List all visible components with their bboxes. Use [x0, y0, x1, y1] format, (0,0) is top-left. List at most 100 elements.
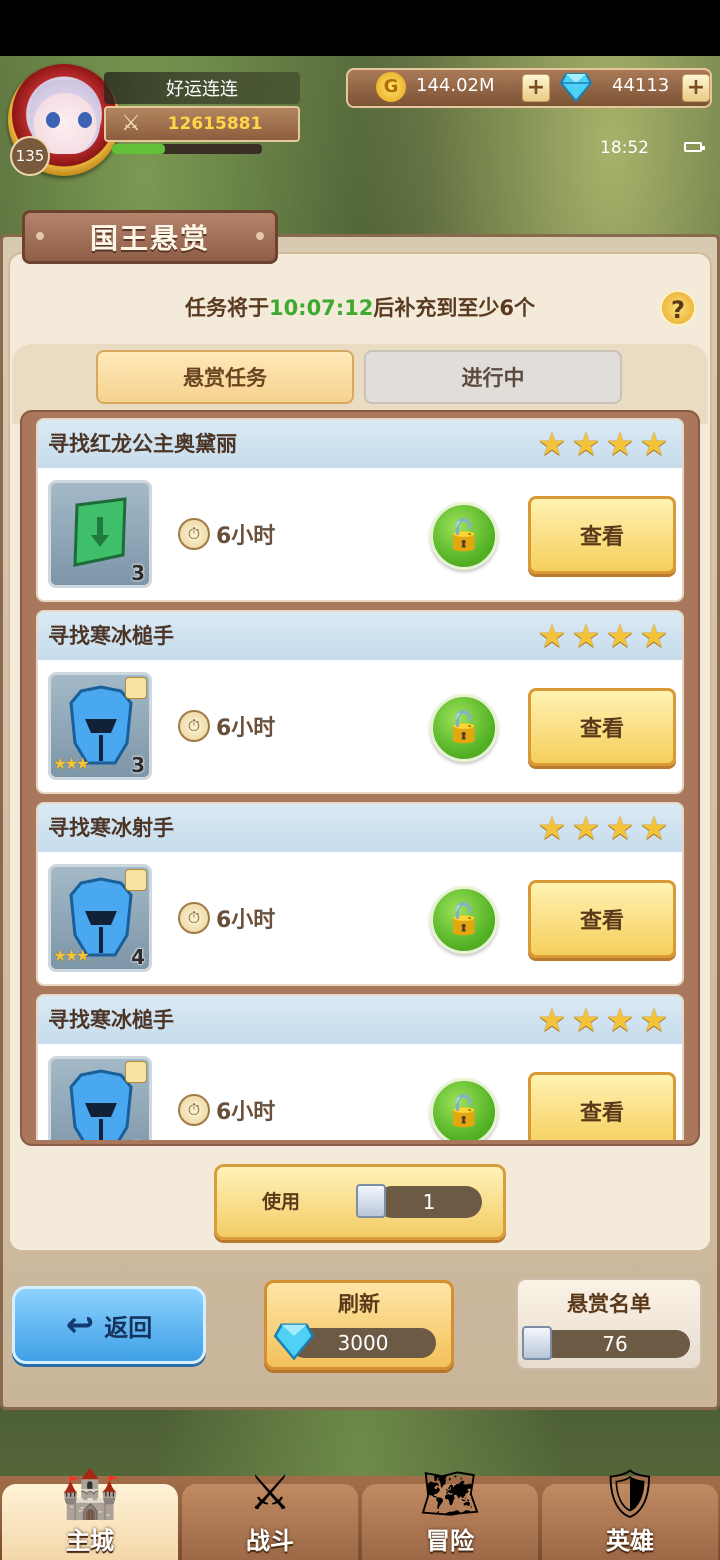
clock-icon: ⏱	[178, 902, 210, 934]
star-icon: ★	[571, 1001, 601, 1039]
tab-bounty-tasks[interactable]: 悬赏任务	[96, 350, 354, 404]
item-stars: ★★★	[53, 754, 90, 773]
quest-item[interactable]: ★★★ 3	[48, 672, 152, 780]
timer-prefix: 任务将于	[184, 296, 269, 320]
bounty-scroll-icon	[356, 1184, 386, 1218]
star-icon: ★	[605, 617, 635, 655]
add-gold-button[interactable]: +	[522, 74, 550, 102]
status-bar	[0, 0, 720, 56]
quest-card[interactable]: 寻找红龙公主奥黛丽 ★ ★ ★ ★ 3 ⏱ 6小时 🔓 查看	[36, 418, 684, 602]
bounty-scroll-icon	[522, 1326, 552, 1360]
item-stars: ★★★	[53, 946, 90, 965]
unlock-icon[interactable]: 🔓	[430, 886, 498, 954]
timer-value: 10:07:12	[268, 296, 374, 320]
quest-stars: ★ ★ ★ ★	[536, 812, 670, 846]
tab-in-progress[interactable]: 进行中	[364, 350, 622, 404]
gem-amount: 44113	[612, 75, 670, 96]
exp-bar-fill	[112, 144, 165, 154]
timer-suffix: 后补充到至少6个	[373, 296, 536, 320]
view-button[interactable]: 查看	[528, 1072, 676, 1140]
quest-card[interactable]: 寻找寒冰槌手★★★★★★★3⏱6小时🔓查看	[36, 610, 684, 794]
crossed-swords-icon: ⚔	[248, 1465, 292, 1521]
star-icon: ★	[571, 617, 601, 655]
duration-text: 6小时	[216, 716, 276, 741]
gold-amount: 144.02M	[416, 75, 495, 96]
crossed-swords-icon: ⚔	[121, 111, 141, 136]
quest-title: 寻找寒冰射手	[48, 816, 174, 840]
refill-timer: 任务将于10:07:12后补充到至少6个	[60, 290, 660, 326]
view-button[interactable]: 查看	[528, 496, 676, 574]
view-button[interactable]: 查看	[528, 880, 676, 958]
star-icon: ★	[639, 1001, 669, 1039]
back-arrow-icon: ↩	[65, 1305, 95, 1345]
quest-item[interactable]: ★★★ 3	[48, 1056, 152, 1140]
star-icon: ★	[571, 425, 601, 463]
quest-stars: ★ ★ ★ ★	[536, 620, 670, 654]
player-name: 好运连连	[104, 72, 300, 104]
quest-title: 寻找寒冰槌手	[48, 624, 174, 648]
hero-crest-icon: 🛡	[599, 1465, 661, 1522]
back-button[interactable]: ↩ 返回	[12, 1286, 206, 1364]
panel-title: 国王悬赏	[22, 210, 278, 264]
quest-card[interactable]: 寻找寒冰射手 ★ ★ ★ ★ ★★★ 4 ⏱ 6小时 🔓 查看	[36, 802, 684, 986]
use-label: 使用	[262, 1191, 301, 1213]
quest-item[interactable]: 3	[48, 480, 152, 588]
unlock-icon[interactable]: 🔓	[430, 502, 498, 570]
castle-icon: 🏰	[60, 1465, 120, 1522]
avatar-eye-left	[46, 112, 60, 128]
power-value: 12615881	[167, 114, 263, 134]
add-gems-button[interactable]: +	[682, 74, 710, 102]
item-count: 3	[131, 561, 145, 585]
star-icon: ★	[537, 1001, 567, 1039]
level-badge: 135	[10, 136, 50, 176]
diamond-icon	[560, 73, 592, 102]
quest-duration: ⏱ 6小时	[178, 514, 275, 554]
item-count: 4	[131, 945, 145, 969]
quest-item[interactable]: ★★★ 4	[48, 864, 152, 972]
avatar-eye-right	[78, 112, 92, 128]
quest-duration: ⏱ 6小时	[178, 898, 275, 938]
quest-title: 寻找寒冰槌手	[48, 1008, 174, 1032]
quest-title: 寻找红龙公主奥黛丽	[48, 432, 237, 456]
battery-icon	[684, 142, 705, 152]
star-icon: ★	[571, 809, 601, 847]
puzzle-piece-icon	[125, 1061, 147, 1083]
green-scroll-icon	[73, 497, 127, 567]
puzzle-piece-icon	[125, 869, 147, 891]
clock-icon: ⏱	[178, 1094, 210, 1126]
quest-card[interactable]: 寻找寒冰槌手★★★★★★★3⏱6小时🔓查看	[36, 994, 684, 1140]
unlock-icon[interactable]: 🔓	[430, 694, 498, 762]
quest-list[interactable]: 寻找红龙公主奥黛丽 ★ ★ ★ ★ 3 ⏱ 6小时 🔓 查看 寻找寒冰槌手 ★ ★ ★ ★ ★★★ 3 ⏱ 6小时 🔓…	[30, 418, 690, 1140]
item-count: 3	[131, 1137, 145, 1140]
view-button[interactable]: 查看	[528, 688, 676, 766]
star-icon: ★	[537, 425, 567, 463]
clock-icon: ⏱	[178, 518, 210, 550]
map-scroll-icon: 🗺	[419, 1465, 481, 1522]
quest-stars: ★ ★ ★ ★	[536, 1004, 670, 1038]
unlock-icon[interactable]: 🔓	[430, 1078, 498, 1140]
ribbon-rivet-icon	[256, 232, 264, 240]
ribbon-rivet-icon	[36, 232, 44, 240]
star-icon: ★	[537, 809, 567, 847]
coin-icon: G	[376, 72, 406, 102]
star-icon: ★	[639, 617, 669, 655]
star-icon: ★	[605, 1001, 635, 1039]
item-stars: ★★★	[53, 1138, 90, 1140]
duration-text: 6小时	[216, 524, 276, 549]
quest-duration: ⏱ 6小时	[178, 706, 275, 746]
refresh-label: 刷新	[338, 1292, 380, 1316]
clock-time: 18:52	[600, 138, 649, 158]
star-icon: ★	[537, 617, 567, 655]
diamond-icon	[274, 1323, 314, 1360]
star-icon: ★	[639, 425, 669, 463]
star-icon: ★	[605, 425, 635, 463]
help-button[interactable]: ?	[660, 290, 696, 326]
clock-icon: ⏱	[178, 710, 210, 742]
roster-label: 悬赏名单	[567, 1292, 651, 1316]
puzzle-piece-icon	[125, 677, 147, 699]
duration-text: 6小时	[216, 908, 276, 933]
use-count: 1	[376, 1186, 482, 1218]
quest-stars: ★ ★ ★ ★	[536, 428, 670, 462]
star-icon: ★	[605, 809, 635, 847]
roster-count: 76	[540, 1330, 690, 1358]
